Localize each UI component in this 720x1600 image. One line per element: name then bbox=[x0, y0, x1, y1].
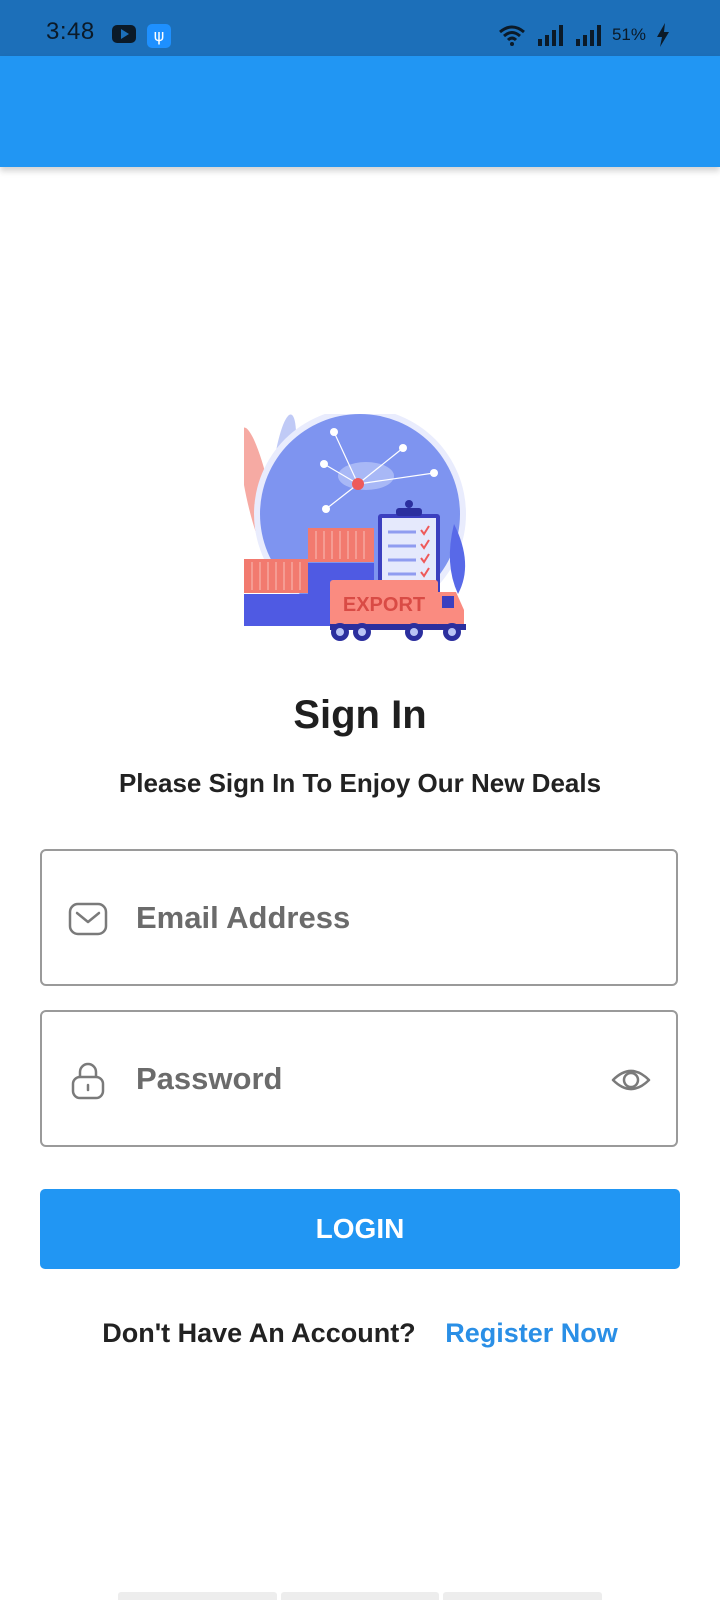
signal-icon bbox=[575, 25, 601, 46]
login-button[interactable]: LOGIN bbox=[40, 1189, 680, 1269]
status-indicators: 51% bbox=[498, 20, 670, 50]
wifi-icon bbox=[499, 25, 525, 46]
register-prompt: Don't Have An Account? bbox=[102, 1318, 416, 1348]
charging-icon bbox=[657, 23, 669, 47]
battery-percent: 51% bbox=[611, 25, 646, 44]
youtube-icon bbox=[112, 25, 136, 43]
export-truck-illustration: EXPORT bbox=[244, 414, 466, 641]
register-now-link[interactable]: Register Now bbox=[445, 1318, 618, 1348]
email-field[interactable] bbox=[40, 849, 678, 986]
eye-icon[interactable] bbox=[610, 1060, 652, 1100]
nav-handle-segment bbox=[443, 1592, 603, 1600]
mail-icon bbox=[68, 902, 108, 936]
register-row: Don't Have An Account? Register Now bbox=[0, 1318, 720, 1349]
status-bar: 3:48 ψ 51% bbox=[0, 0, 720, 56]
password-field[interactable] bbox=[40, 1010, 678, 1147]
navigation-handle bbox=[118, 1592, 603, 1600]
usb-icon: ψ bbox=[147, 24, 171, 48]
signal-icon bbox=[537, 25, 563, 46]
export-label: EXPORT bbox=[343, 594, 425, 616]
password-input[interactable] bbox=[136, 1012, 576, 1145]
nav-handle-segment bbox=[118, 1592, 277, 1600]
app-bar bbox=[0, 56, 720, 167]
page-title: Sign In bbox=[293, 693, 427, 737]
email-input[interactable] bbox=[136, 851, 576, 984]
nav-handle-segment bbox=[280, 1592, 440, 1600]
lock-icon bbox=[71, 1062, 105, 1100]
status-time: 3:48 bbox=[46, 18, 95, 45]
page-subtitle: Please Sign In To Enjoy Our New Deals bbox=[118, 768, 602, 798]
